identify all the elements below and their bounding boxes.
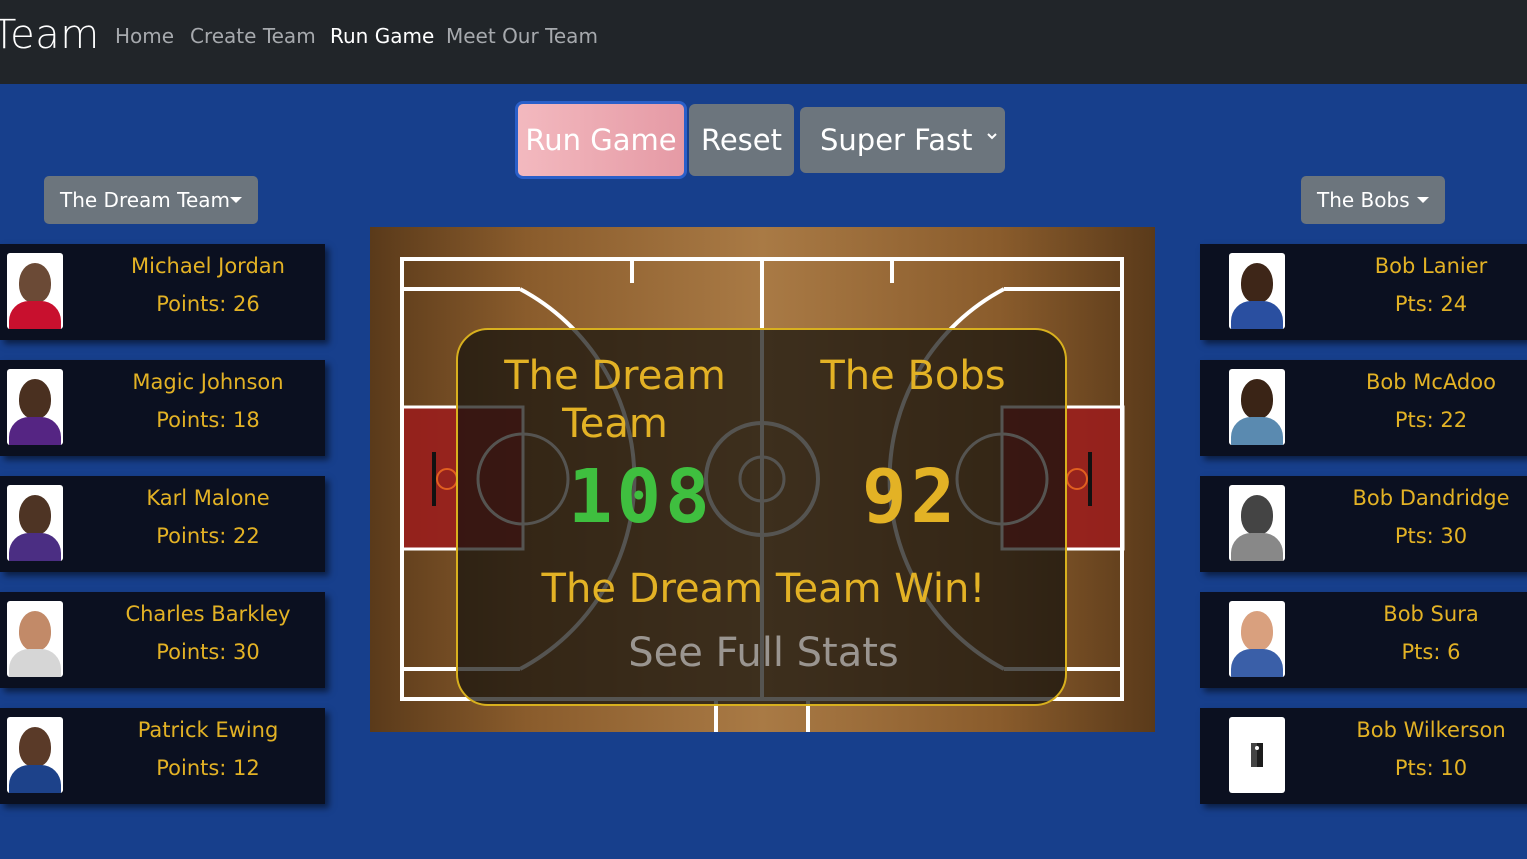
player-photo xyxy=(7,485,63,561)
nav-link-create-team[interactable]: Create Team xyxy=(190,24,316,48)
navbar-brand[interactable]: Team xyxy=(0,12,100,58)
scoreboard: The Dream Team The Bobs 108 92 The Dream… xyxy=(456,328,1067,706)
speed-select-value: Super Fast xyxy=(820,123,973,157)
away-player-card: Bob Lanier Pts: 24 xyxy=(1200,244,1527,340)
player-photo xyxy=(1229,369,1285,445)
player-points: Pts: 6 xyxy=(1401,640,1461,664)
player-name: Michael Jordan xyxy=(131,254,285,278)
away-player-card: Bob Sura Pts: 6 xyxy=(1200,592,1527,688)
home-player-card: Patrick Ewing Points: 12 xyxy=(0,708,325,804)
player-photo xyxy=(1229,253,1285,329)
basketball-court: The Dream Team The Bobs 108 92 The Dream… xyxy=(370,227,1155,732)
caret-down-icon xyxy=(1417,197,1429,203)
see-full-stats-link[interactable]: See Full Stats xyxy=(458,630,1069,676)
home-team-name: The Dream Team xyxy=(504,353,726,447)
home-player-card: Michael Jordan Points: 26 xyxy=(0,244,325,340)
home-score: 108 xyxy=(568,454,714,540)
player-points: Points: 26 xyxy=(156,292,260,316)
away-player-card: Bob Dandridge Pts: 30 xyxy=(1200,476,1527,572)
speed-select[interactable]: Super Fast xyxy=(800,107,1005,173)
nav-link-home[interactable]: Home xyxy=(115,24,174,48)
away-team-name: The Bobs xyxy=(820,353,1006,399)
home-team-dropdown-label: The Dream Team xyxy=(60,188,230,212)
player-points: Pts: 24 xyxy=(1394,292,1468,316)
away-player-card: Bob McAdoo Pts: 22 xyxy=(1200,360,1527,456)
player-photo xyxy=(7,717,63,793)
run-game-button[interactable]: Run Game xyxy=(515,101,687,179)
player-photo xyxy=(7,601,63,677)
reset-button[interactable]: Reset xyxy=(689,104,794,176)
league-logo-placeholder xyxy=(1229,717,1285,793)
player-points: Pts: 10 xyxy=(1394,756,1468,780)
player-name: Bob Dandridge xyxy=(1352,486,1510,510)
player-photo xyxy=(7,253,63,329)
player-name: Karl Malone xyxy=(146,486,270,510)
home-team-dropdown[interactable]: The Dream Team xyxy=(44,176,258,224)
player-name: Bob Sura xyxy=(1383,602,1479,626)
away-team-dropdown-label: The Bobs xyxy=(1317,188,1410,212)
player-name: Patrick Ewing xyxy=(137,718,279,742)
player-points: Pts: 30 xyxy=(1394,524,1468,548)
player-points: Points: 12 xyxy=(156,756,260,780)
player-points: Points: 22 xyxy=(156,524,260,548)
top-navbar: Team Home Create Team Run Game Meet Our … xyxy=(0,0,1527,84)
player-name: Bob Lanier xyxy=(1374,254,1488,278)
player-points: Points: 18 xyxy=(156,408,260,432)
nav-link-meet-our-team[interactable]: Meet Our Team xyxy=(446,24,598,48)
player-photo xyxy=(1229,601,1285,677)
player-name: Magic Johnson xyxy=(132,370,284,394)
player-points: Pts: 22 xyxy=(1394,408,1468,432)
league-logo-icon xyxy=(1251,743,1263,767)
player-name: Charles Barkley xyxy=(125,602,291,626)
player-points: Points: 30 xyxy=(156,640,260,664)
nav-link-run-game[interactable]: Run Game xyxy=(330,24,434,48)
player-name: Bob Wilkerson xyxy=(1356,718,1506,742)
away-score: 92 xyxy=(862,454,960,540)
away-player-card: Bob Wilkerson Pts: 10 xyxy=(1200,708,1527,804)
player-name: Bob McAdoo xyxy=(1366,370,1496,394)
chevron-down-icon xyxy=(987,133,997,140)
away-team-dropdown[interactable]: The Bobs xyxy=(1301,176,1445,224)
player-photo xyxy=(1229,485,1285,561)
home-player-card: Magic Johnson Points: 18 xyxy=(0,360,325,456)
home-player-card: Karl Malone Points: 22 xyxy=(0,476,325,572)
game-result: The Dream Team Win! xyxy=(541,566,986,612)
caret-down-icon xyxy=(230,197,242,203)
home-player-card: Charles Barkley Points: 30 xyxy=(0,592,325,688)
player-photo xyxy=(7,369,63,445)
